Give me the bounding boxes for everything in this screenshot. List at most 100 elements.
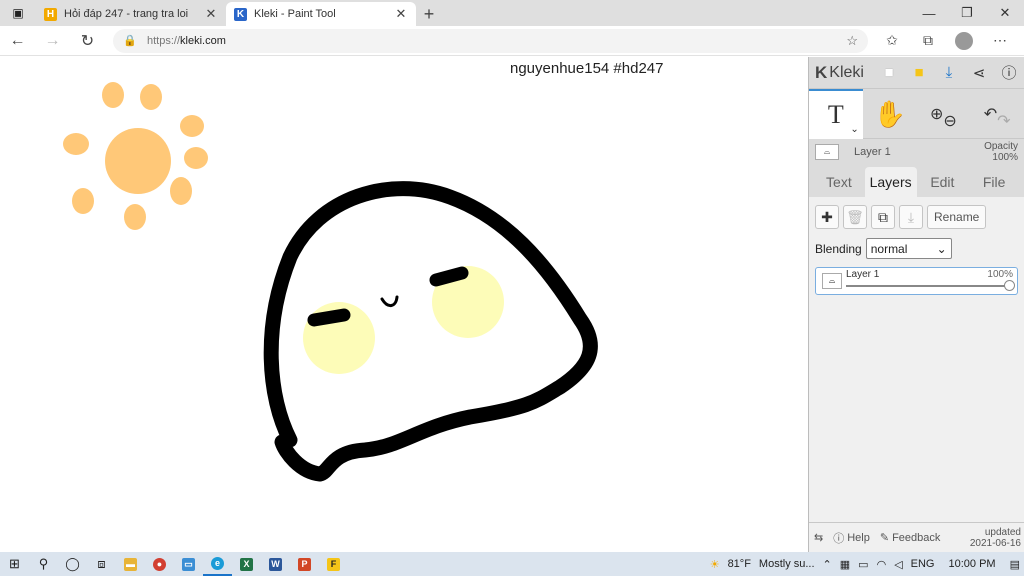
url-field[interactable]: 🔒 https://kleki.com ☆ [113,28,868,53]
zoom-tool-button[interactable]: ⊕ ⊖ [917,89,971,139]
share-icon[interactable]: ⋖ [964,58,994,88]
cortana-icon[interactable]: ◯ [58,552,87,576]
layer-opacity-slider[interactable] [846,280,1015,291]
feedback-button[interactable]: ✎ Feedback [875,531,946,545]
chrome-icon[interactable]: ● [145,552,174,576]
windows-start-icon[interactable]: ⊞ [0,552,29,576]
clock[interactable]: 10:00 PM [939,558,1006,570]
help-button[interactable]: ⓘ Help [828,530,875,546]
weather-text[interactable]: Mostly su... [755,558,819,570]
blending-select[interactable]: normal ⌄ [865,238,952,259]
zoom-out-icon[interactable]: ⊖ [943,111,956,131]
word-icon[interactable]: W [261,552,290,576]
slider-handle[interactable] [1004,280,1015,291]
download-icon[interactable]: ⤓ [934,58,964,88]
volume-icon[interactable]: ◁ [890,558,906,571]
weather-temp[interactable]: 81°F [724,558,755,570]
excel-icon[interactable]: X [232,552,261,576]
sun-drawing [63,82,208,230]
zoom-in-icon[interactable]: ⊕ [930,104,943,124]
update-info: updated 2021-06-16 [970,527,1024,549]
file-explorer-icon[interactable]: ▬ [116,552,145,576]
opacity-readout: Opacity 100% [984,141,1018,163]
merge-layer-button[interactable]: ⤓ [899,205,923,229]
tab-file[interactable]: File [968,167,1020,197]
mouth [380,295,399,307]
tab-text[interactable]: Text [813,167,865,197]
swap-button[interactable]: ⇆ [809,531,828,544]
close-window-icon[interactable]: ✕ [986,0,1024,26]
layer-opacity: 100% [987,269,1013,280]
chevron-up-icon[interactable]: ⌃ [819,558,836,571]
text-tool-button[interactable]: T ⌄ [809,89,863,139]
layer-name: Layer 1 [846,269,880,280]
help-circle-icon: ⓘ [833,532,845,545]
collections-icon[interactable]: ⧉ [910,26,946,56]
forward-button[interactable]: → [35,26,70,56]
system-tray: ☀ 81°F Mostly su... ⌃ ▦ ▭ ◠ ◁ ENG 10:00 … [706,558,1024,571]
open-folder-icon[interactable]: ■ [904,58,934,88]
minimize-icon[interactable]: — [910,0,948,26]
tab-actions-icon[interactable]: ▣ [0,0,36,26]
hand-tool-button[interactable]: ✋ [863,89,917,139]
duplicate-layer-button[interactable]: ⧉ [871,205,895,229]
refresh-button[interactable]: ↻ [70,26,105,56]
network-icon[interactable]: ▦ [836,558,854,571]
help-label: Help [847,531,870,544]
current-layer-strip[interactable]: ⌓ Layer 1 Opacity 100% [809,139,1024,165]
tab-edit[interactable]: Edit [917,167,969,197]
current-layer-name: Layer 1 [854,146,891,158]
feedback-label: Feedback [892,531,941,544]
task-view-icon[interactable]: ⧈ [87,552,116,576]
help-icon[interactable]: ⓘ [994,58,1024,88]
chevron-down-icon[interactable]: ⌄ [850,124,858,135]
add-layer-button[interactable]: ✚ [815,205,839,229]
back-button[interactable]: ← [0,26,35,56]
undo-redo-button[interactable]: ↶ ↷ [970,89,1024,139]
new-image-icon[interactable]: ■ [874,58,904,88]
monitor-app-icon[interactable]: ▭ [174,552,203,576]
kleki-favicon-icon: K [234,7,247,21]
favorites-icon[interactable]: ✩ [874,26,910,56]
new-tab-button[interactable]: + [416,2,442,26]
weather-icon[interactable]: ☀ [706,558,724,571]
layer-thumbnail: ⌓ [822,273,842,289]
layer-thumbnail: ⌓ [815,144,839,160]
taskbar: ⊞ ⚲ ◯ ⧈ ▬ ● ▭ e X W P F ☀ 81°F Mostly su… [0,552,1024,576]
kleki-logo[interactable]: K Kleki [815,63,874,83]
opacity-value: 100% [992,152,1018,163]
kleki-logo-icon: K [815,62,828,82]
undo-icon[interactable]: ↶ [984,104,997,124]
redo-icon[interactable]: ↷ [997,111,1010,131]
rename-button[interactable]: Rename [927,205,987,229]
brand-name: Kleki [829,63,864,81]
language-indicator[interactable]: ENG [907,558,939,570]
tab-layers[interactable]: Layers [864,167,917,197]
wifi-icon[interactable]: ◠ [873,558,891,571]
edge-icon[interactable]: e [203,552,232,576]
tab-kleki[interactable]: K Kleki - Paint Tool ✕ [226,2,416,26]
tab-hoidap[interactable]: H Hỏi đáp 247 - trang tra loi ✕ [36,2,226,26]
lock-icon[interactable]: 🔒 [123,34,139,47]
notifications-icon[interactable]: ▤ [1006,558,1024,571]
powerpoint-icon[interactable]: P [290,552,319,576]
avatar [955,31,973,50]
blending-label: Blending [815,241,862,256]
url-host: kleki.com [180,34,226,47]
f-app-icon[interactable]: F [319,552,348,576]
drawing-canvas[interactable]: nguyenhue154 #hd247 [0,57,808,552]
layer-item[interactable]: ⌓ Layer 1 100% [815,267,1018,295]
delete-layer-button[interactable]: 🗑 [843,205,867,229]
battery-icon[interactable]: ▭ [854,558,872,571]
canvas-drawing [63,82,598,482]
close-tab-icon[interactable]: ✕ [394,6,408,22]
restore-icon[interactable]: ❐ [948,0,986,26]
close-tab-icon[interactable]: ✕ [204,6,218,22]
pen-icon: ✎ [879,532,890,544]
profile-button[interactable] [946,26,982,56]
search-icon[interactable]: ⚲ [29,552,58,576]
add-favorite-icon[interactable]: ☆ [846,33,858,49]
text-tool-icon: T [827,100,844,129]
more-menu-icon[interactable]: ⋯ [982,26,1018,56]
blending-value: normal [870,241,908,256]
